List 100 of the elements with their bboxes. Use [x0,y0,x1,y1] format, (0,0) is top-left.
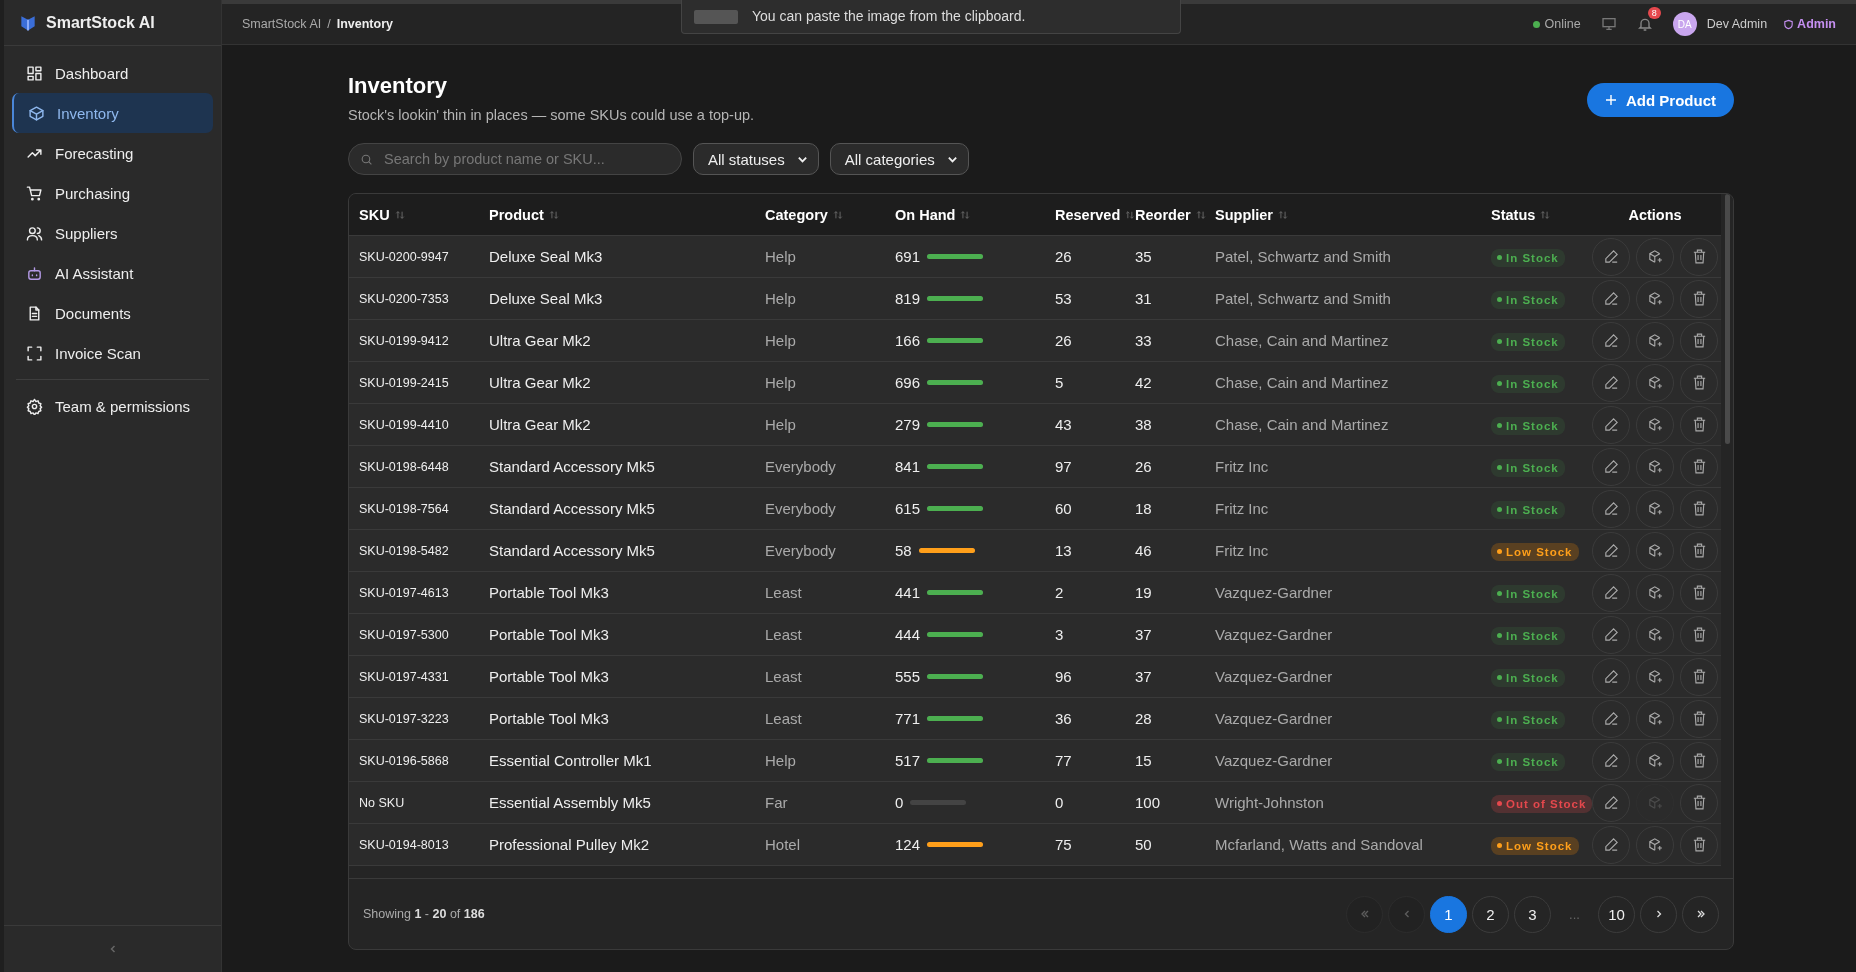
status-badge: In Stock [1491,752,1565,771]
reserved-cell-text: 75 [1055,836,1073,853]
column-header[interactable]: Status [1491,206,1536,223]
on-hand-value: 696 [895,374,921,391]
pagination-summary: Showing 1 - 20 of 186 [363,907,485,921]
stock-bar [927,716,984,721]
column-header[interactable]: Product [489,206,544,223]
breadcrumb-link[interactable]: SmartStock AI [242,17,322,31]
status-dropdown[interactable]: All statuses [693,143,819,175]
sku-cell-text: SKU-0194-8013 [359,837,450,852]
sort-icon[interactable] [960,209,971,220]
reorder-cell-text: 37 [1135,626,1153,643]
on-hand-value: 441 [895,584,921,601]
package-plus-icon [1646,752,1664,769]
sort-icon[interactable] [394,209,405,220]
status-badge: In Stock [1491,710,1565,729]
category-cell-text: Everybody [765,458,837,475]
pencil-icon [1602,836,1620,853]
reserved-cell-text: 26 [1055,248,1073,265]
bell-icon[interactable] [1636,16,1653,32]
package-plus-icon [1646,584,1664,601]
reserved-cell-text: 5 [1055,374,1065,391]
on-hand-value: 819 [895,290,921,307]
status-badge: In Stock [1491,248,1565,267]
category-cell-text: Least [765,668,803,685]
column-header[interactable]: Reserved [1055,206,1121,223]
sort-icon[interactable] [1540,209,1551,220]
cart-icon [26,184,43,202]
package-plus-icon [1646,500,1664,517]
sidebar-item[interactable]: Documents [12,293,213,333]
sidebar-item[interactable]: Purchasing [12,173,213,213]
sort-icon[interactable] [1125,209,1135,220]
reserved-cell-text: 26 [1055,332,1073,349]
pencil-icon [1602,332,1620,349]
reorder-cell-text: 19 [1135,584,1153,601]
on-hand-value: 555 [895,668,921,685]
column-header[interactable]: Supplier [1215,206,1273,223]
reorder-cell-text: 46 [1135,542,1153,559]
sidebar-item[interactable]: Inventory [12,93,213,133]
status-badge: In Stock [1491,500,1565,519]
category-dropdown[interactable]: All categories [829,143,969,175]
pencil-icon [1602,668,1620,685]
sort-icon[interactable] [832,209,843,220]
monitor-icon[interactable] [1600,16,1617,32]
sku-cell-text: SKU-0197-5300 [359,627,450,642]
search-icon [360,153,373,166]
column-header[interactable]: Reorder [1135,206,1191,223]
page-ellipsis: ... [1568,906,1581,922]
product-cell-text: Essential Assembly Mk5 [489,794,652,811]
stock-bar [927,296,984,301]
add-product-button[interactable]: Add Product [1587,83,1734,117]
breadcrumb-current: Inventory [336,17,393,31]
sku-cell-text: SKU-0199-2415 [359,375,450,390]
column-header[interactable]: On Hand [895,206,956,223]
package-plus-icon [1646,332,1664,349]
notification-badge: 8 [1647,7,1661,19]
stock-bar [918,548,975,553]
on-hand-value: 166 [895,332,921,349]
on-hand-value: 517 [895,752,921,769]
app-name: SmartStock AI [46,13,155,32]
sidebar-item[interactable]: AI Assistant [12,253,213,293]
reorder-cell-text: 37 [1135,668,1153,685]
sidebar-item[interactable]: Dashboard [12,53,213,93]
product-cell-text: Standard Accessory Mk5 [489,500,656,517]
pencil-icon [1602,794,1620,811]
search-field[interactable]: Search by product name or SKU... [348,143,682,175]
sidebar-item[interactable]: Team & permissions [16,386,209,426]
sidebar-item[interactable]: Invoice Scan [12,333,213,373]
column-header[interactable]: Category [765,206,828,223]
status-badge: In Stock [1491,416,1565,435]
sidebar-item[interactable]: Suppliers [12,213,213,253]
category-cell-text: Least [765,584,803,601]
column-header[interactable]: SKU [359,206,390,223]
product-cell-text: Ultra Gear Mk2 [489,332,592,349]
reorder-cell-text: 35 [1135,248,1153,265]
sort-icon[interactable] [548,209,559,220]
page-button[interactable]: 1 [1430,895,1467,933]
product-cell-text: Portable Tool Mk3 [489,584,610,601]
on-hand-value: 279 [895,416,921,433]
sku-cell-text: SKU-0199-9412 [359,333,450,348]
pencil-icon [1602,374,1620,391]
sidebar-item[interactable]: Forecasting [12,133,213,173]
sort-icon[interactable] [1278,209,1288,220]
category-cell-text: Least [765,626,803,643]
on-hand-value: 444 [895,626,921,643]
supplier-cell-text: Vazquez-Gardner [1215,626,1334,643]
reorder-cell-text: 33 [1135,332,1153,349]
stock-bar [927,422,984,427]
sku-cell-text: No SKU [359,795,406,810]
reorder-cell-text: 31 [1135,290,1153,307]
supplier-cell-text: Fritz Inc [1215,542,1270,559]
stock-bar [927,632,984,637]
reorder-cell-text: 38 [1135,416,1153,433]
sort-icon[interactable] [1195,209,1206,220]
reserved-cell-text: 77 [1055,752,1073,769]
supplier-cell-text: Chase, Cain and Martinez [1215,374,1390,391]
supplier-cell-text: Vazquez-Gardner [1215,710,1334,727]
category-cell-text: Help [765,248,797,265]
package-plus-icon [1646,290,1664,307]
product-cell-text: Deluxe Seal Mk3 [489,290,604,307]
